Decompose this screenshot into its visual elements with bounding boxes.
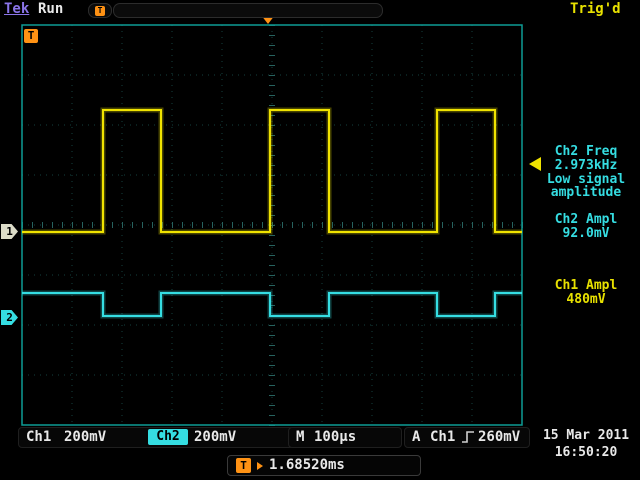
ch1-label: Ch1 — [26, 430, 51, 445]
ch1-scale: 200mV — [64, 430, 106, 445]
ch1-trace-glow — [22, 110, 522, 232]
time-label: 16:50:20 — [536, 446, 636, 460]
oscilloscope-screen: Tek Run T Trig'd T 1 2 Ch2 Freq 2.973kHz… — [0, 0, 640, 480]
acquisition-state: Run — [38, 2, 63, 17]
delay-arrow-icon — [257, 462, 263, 470]
delay-readout: T 1.68520ms — [227, 455, 421, 476]
tek-logo: Tek — [4, 2, 29, 17]
ch2-ampl-value: 92.0mV — [532, 226, 640, 241]
ch2-label-badge: Ch2 — [148, 429, 188, 445]
trigger-mode: A — [412, 430, 420, 445]
timebase-label: M — [296, 430, 304, 445]
ch2-ampl-label: Ch2 Ampl — [532, 212, 640, 227]
trigger-level-flag-icon: T — [24, 29, 38, 43]
delay-trigger-flag-icon: T — [236, 458, 251, 473]
trigger-flag-icon: T — [95, 6, 105, 16]
menu-bar — [113, 3, 383, 18]
ch2-scale: 200mV — [194, 430, 236, 445]
trigger-status: Trig'd — [570, 2, 621, 17]
trigger-level-value: 260mV — [478, 430, 520, 445]
timebase-scale: 100µs — [314, 430, 356, 445]
ch2-freq-warning-line2: amplitude — [532, 185, 640, 200]
ch2-freq-label: Ch2 Freq — [532, 144, 640, 159]
ch2-trace-glow — [22, 293, 522, 316]
ch1-ampl-value: 480mV — [532, 292, 640, 307]
delay-value: 1.68520ms — [269, 458, 345, 473]
date-label: 15 Mar 2011 — [536, 429, 636, 443]
ch1-ampl-label: Ch1 Ampl — [532, 278, 640, 293]
trigger-source: Ch1 — [430, 430, 455, 445]
rising-edge-slope-icon — [461, 429, 475, 445]
trigger-flag-box: T — [88, 3, 112, 18]
ch2-freq-value: 2.973kHz — [532, 158, 640, 173]
